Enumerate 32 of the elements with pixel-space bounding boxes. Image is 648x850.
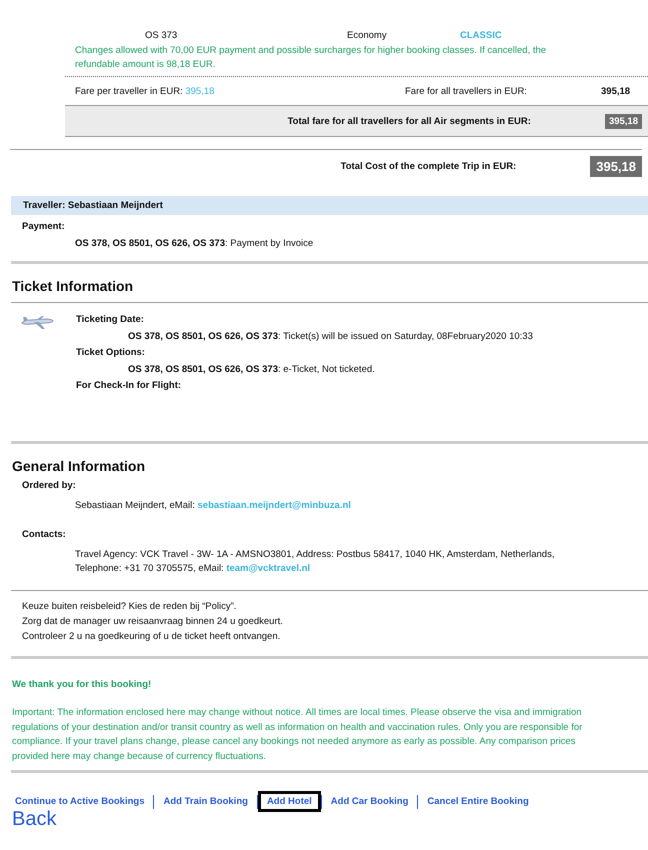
fare-conditions-note: Changes allowed with 70,00 EUR payment and possible surcharges for higher booking classes. If cancelled, the refundable amount is 98,18 EUR. — [65, 44, 648, 77]
ticket-field-value: OS 378, OS 8501, OS 626, OS 373: e-Ticket, Not ticketed. — [127, 363, 376, 375]
section-heading: Ticket Information — [12, 278, 134, 294]
policy-note: Keuze buiten reisbeleid? Kies de reden bij “Policy”. — [22, 600, 238, 614]
traveller-header: Traveller: Sebastiaan Meijndert — [11, 196, 648, 215]
airplane-icon — [20, 315, 54, 331]
cabin-class: Economy — [347, 30, 388, 40]
trip-total-price: 395,18 — [590, 156, 642, 176]
fare-all-travellers-label: Fare for all travellers in EUR: — [405, 86, 528, 96]
fare-class: CLASSIC — [460, 30, 502, 40]
ordered-by-label: Ordered by: — [21, 479, 77, 491]
ticket-field-label: Ticketing Date: — [76, 313, 145, 325]
air-total-label: Total fare for all travellers for all Air segments in EUR: — [288, 116, 531, 126]
flight-number: OS 373 — [145, 30, 178, 40]
contacts-text: Travel Agency: VCK Travel - 3W- 1A - AMSNO3801, Address: Postbus 58417, 1040 HK, Amsterdam, Netherlands, Telephone: +31 70 3705575, eMail: team@vcktravel.nl — [74, 548, 556, 576]
air-total-price: 395,18 — [604, 114, 642, 128]
policy-note: Controleer 2 u na goedkeuring of u de ticket heeft ontvangen. — [22, 630, 282, 644]
ordered-by-text: Sebastiaan Meijndert, eMail: sebastiaan.meijndert@minbuza.nl — [74, 499, 352, 513]
fare-all-travellers-value: 395,18 — [601, 86, 630, 96]
payment-label: Payment: — [21, 220, 66, 232]
contacts-label: Contacts: — [21, 528, 67, 540]
payment-detail: OS 378, OS 8501, OS 626, OS 373: Payment by Invoice — [74, 237, 314, 249]
action-link[interactable]: Add Hotel — [258, 791, 321, 812]
fare-per-traveller: Fare per traveller in EUR: 395,18 — [75, 86, 216, 96]
ticket-field-label: Ticket Options: — [76, 346, 146, 358]
ticket-field-label: For Check-In for Flight: — [76, 379, 182, 391]
important-notice: Important: The information enclosed here may change without notice. All times are local times. Please observe the visa and immigration regulations of your destination and/or transit country as well as information on health and vaccination rules. Only you are responsible for compliance. If your travel plans change, please cancel any bookings not needed anymore as early as possible. Any comparison prices provided here may change because of currency fluctuations. — [12, 706, 584, 764]
thanks-message: We thank you for this booking! — [12, 679, 152, 690]
ticket-field-value: OS 378, OS 8501, OS 626, OS 373: Ticket(s) will be issued on Saturday, 08February2020 10:33 — [127, 330, 533, 342]
section-heading: General Information — [12, 458, 146, 474]
policy-note: Zorg dat de manager uw reisaanvraag binnen 24 u goedkeurt. — [22, 615, 284, 629]
trip-total-label: Total Cost of the complete Trip in EUR: — [340, 160, 516, 172]
